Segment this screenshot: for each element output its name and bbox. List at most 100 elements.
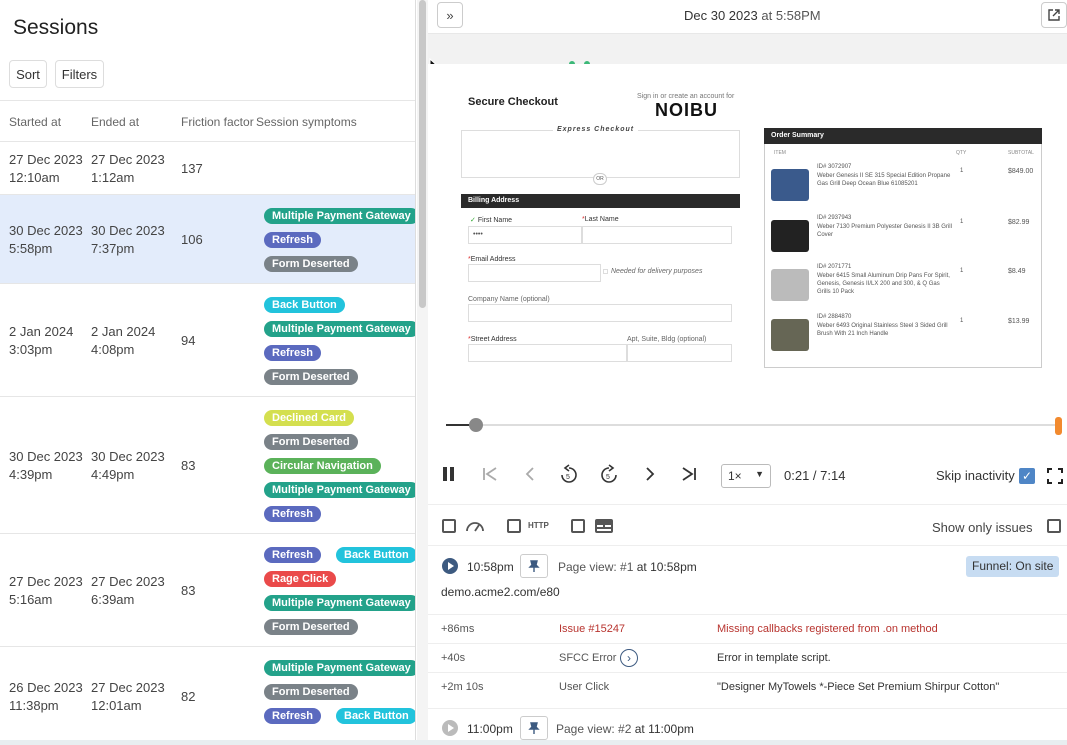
symptom-tag[interactable]: Back Button bbox=[336, 547, 415, 563]
http-filter-checkbox[interactable] bbox=[507, 519, 521, 533]
timeline-scrubber[interactable] bbox=[468, 418, 483, 432]
next-icon[interactable] bbox=[644, 466, 656, 487]
timeline-track[interactable] bbox=[446, 424, 1058, 426]
session-row[interactable]: 26 Dec 2023 11:38pm 27 Dec 2023 12:01am 82 Mu… bbox=[0, 647, 415, 745]
column-started[interactable]: Started at bbox=[9, 115, 61, 129]
product-price: $82.99 bbox=[1008, 219, 1030, 226]
symptom-tag[interactable]: Circular Navigation bbox=[264, 458, 381, 474]
expand-icon[interactable]: » bbox=[437, 2, 463, 28]
rewind-5-icon[interactable]: 5 bbox=[559, 464, 579, 491]
play-icon[interactable] bbox=[442, 558, 458, 574]
playback-time: 0:21 / 7:14 bbox=[784, 468, 846, 483]
start-time: 5:58pm bbox=[9, 240, 53, 256]
timeline-end-marker[interactable] bbox=[1055, 417, 1062, 435]
symptom-tag[interactable]: Declined Card bbox=[264, 410, 354, 426]
symptom-tag[interactable]: Multiple Payment Gateway bbox=[264, 660, 415, 676]
chevron-right-icon[interactable]: › bbox=[620, 649, 638, 667]
session-row[interactable]: 27 Dec 2023 5:16am 27 Dec 2023 6:39am 83 Refr… bbox=[0, 534, 415, 647]
product-description: Weber Genesis II SE 315 Special Edition … bbox=[817, 173, 951, 187]
page-url[interactable]: demo.acme2.com/e80 bbox=[441, 585, 560, 599]
product-price: $13.99 bbox=[1008, 318, 1030, 325]
col-qty: QTY bbox=[956, 150, 967, 156]
event-offset: +2m 10s bbox=[441, 681, 484, 693]
open-external-icon[interactable] bbox=[1041, 2, 1067, 28]
column-friction[interactable]: Friction factor bbox=[181, 115, 254, 129]
order-summary-title: Order Summary bbox=[771, 132, 824, 139]
session-datetime: Dec 30 2023 at 5:58PM bbox=[684, 8, 821, 23]
symptom-tag[interactable]: Form Deserted bbox=[264, 256, 358, 272]
playback-speed-select[interactable]: 1× ▼ bbox=[721, 464, 771, 488]
street-input[interactable] bbox=[468, 344, 627, 362]
end-time: 6:39am bbox=[91, 591, 135, 607]
pin-icon[interactable] bbox=[520, 716, 548, 740]
chevron-down-icon: ▼ bbox=[755, 469, 764, 479]
scrollbar-thumb[interactable] bbox=[419, 0, 426, 308]
symptom-tag[interactable]: Back Button bbox=[336, 708, 415, 724]
symptom-tag[interactable]: Refresh bbox=[264, 547, 321, 563]
funnel-badge: Funnel: On site bbox=[966, 556, 1060, 577]
previous-icon[interactable] bbox=[524, 466, 536, 487]
skip-inactivity-checkbox[interactable]: ✓ bbox=[1019, 468, 1035, 484]
play-icon[interactable] bbox=[442, 720, 458, 736]
end-date: 30 Dec 2023 bbox=[91, 222, 165, 238]
console-filter-checkbox[interactable] bbox=[571, 519, 585, 533]
apt-input[interactable] bbox=[627, 344, 732, 362]
symptom-tag[interactable]: Refresh bbox=[264, 708, 321, 724]
symptom-tag[interactable]: Multiple Payment Gateway bbox=[264, 595, 415, 611]
session-replay-viewport[interactable]: Secure Checkout Sign in or create an acc… bbox=[428, 34, 1067, 406]
symptom-tag[interactable]: Refresh bbox=[264, 232, 321, 248]
symptom-tag[interactable]: Refresh bbox=[264, 506, 321, 522]
email-input[interactable] bbox=[468, 264, 601, 282]
session-row[interactable]: 30 Dec 2023 5:58pm 30 Dec 2023 7:37pm 106 Mul… bbox=[0, 195, 415, 284]
symptom-tag[interactable]: Multiple Payment Gateway bbox=[264, 321, 415, 337]
page-view-2-label: Page view: #2 at 11:00pm bbox=[556, 722, 694, 736]
last-name-input[interactable] bbox=[582, 226, 732, 244]
session-row[interactable]: 27 Dec 2023 12:10am 27 Dec 2023 1:12am 137 bbox=[0, 142, 415, 195]
show-only-issues-checkbox[interactable] bbox=[1047, 519, 1061, 533]
symptom-tag[interactable]: Form Deserted bbox=[264, 684, 358, 700]
forward-5-icon[interactable]: 5 bbox=[599, 464, 619, 491]
pin-icon[interactable] bbox=[520, 554, 548, 578]
company-input[interactable] bbox=[468, 304, 732, 322]
skip-end-icon[interactable] bbox=[681, 466, 697, 487]
start-time: 3:03pm bbox=[9, 341, 53, 357]
symptom-tag[interactable]: Multiple Payment Gateway bbox=[264, 482, 415, 498]
event-row[interactable]: +2m 10s User Click "Designer MyTowels *-Pi… bbox=[428, 672, 1067, 701]
product-description: Weber 6493 Original Stainless Steel 3 Si… bbox=[817, 323, 948, 337]
fullscreen-icon[interactable] bbox=[1047, 468, 1063, 489]
first-name-label: ✓ First Name bbox=[470, 216, 512, 224]
symptom-tag[interactable]: Form Deserted bbox=[264, 369, 358, 385]
or-divider: OR bbox=[593, 173, 607, 185]
session-time: at 5:58PM bbox=[761, 8, 821, 23]
billing-title: Billing Address bbox=[468, 197, 520, 204]
email-label: *Email Address bbox=[468, 256, 516, 263]
column-ended[interactable]: Ended at bbox=[91, 115, 139, 129]
first-name-input[interactable] bbox=[468, 226, 582, 244]
product-description: Weber 7130 Premium Polyester Genesis II … bbox=[817, 224, 952, 238]
symptom-tag[interactable]: Form Deserted bbox=[264, 619, 358, 635]
filters-button[interactable]: Filters bbox=[55, 60, 104, 88]
skip-start-icon[interactable] bbox=[482, 466, 498, 487]
sort-button[interactable]: Sort bbox=[9, 60, 47, 88]
event-row[interactable]: +86ms Issue #15247 Missing callbacks regis… bbox=[428, 614, 1067, 643]
symptom-tag[interactable]: Form Deserted bbox=[264, 434, 358, 450]
symptom-tag[interactable]: Rage Click bbox=[264, 571, 337, 587]
symptom-tag[interactable]: Multiple Payment Gateway bbox=[264, 208, 415, 224]
svg-text:5: 5 bbox=[566, 474, 570, 481]
end-date: 27 Dec 2023 bbox=[91, 573, 165, 589]
pause-icon[interactable] bbox=[442, 466, 456, 487]
product-qty: 1 bbox=[960, 318, 964, 324]
page-title: Sessions bbox=[13, 16, 99, 39]
symptom-tag[interactable]: Refresh bbox=[264, 345, 321, 361]
symptom-tag[interactable]: Back Button bbox=[264, 297, 345, 313]
svg-text:5: 5 bbox=[606, 474, 610, 481]
event-row[interactable]: +40s SFCC Error Error in template script. › bbox=[428, 643, 1067, 672]
delivery-checkbox[interactable] bbox=[603, 269, 608, 274]
session-row[interactable]: 30 Dec 2023 4:39pm 30 Dec 2023 4:49pm 83 Decl… bbox=[0, 397, 415, 534]
express-checkout-box bbox=[461, 130, 740, 178]
sessions-scrollbar[interactable] bbox=[417, 0, 428, 745]
session-row[interactable]: 2 Jan 2024 3:03pm 2 Jan 2024 4:08pm 94 Back B… bbox=[0, 284, 415, 397]
speed-filter-checkbox[interactable] bbox=[442, 519, 456, 533]
end-time: 1:12am bbox=[91, 169, 135, 185]
column-symptoms[interactable]: Session symptoms bbox=[256, 115, 357, 129]
